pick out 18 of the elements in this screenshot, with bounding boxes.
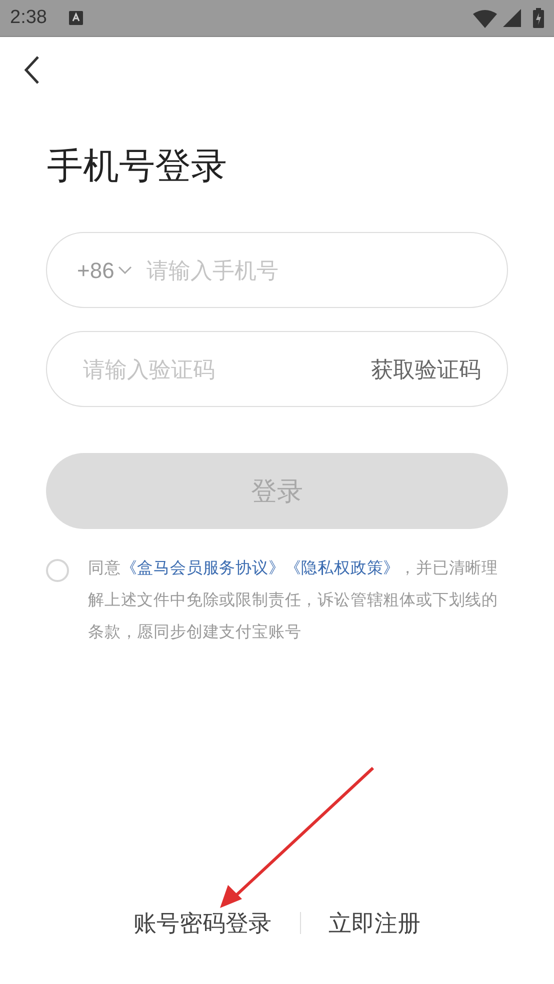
agreement-link[interactable]: 《盒马会员服务协议》 bbox=[120, 560, 285, 577]
signal-icon bbox=[503, 9, 521, 27]
agreement-checkbox[interactable] bbox=[46, 559, 69, 582]
keyboard-notification-icon bbox=[68, 11, 83, 25]
chevron-down-icon bbox=[118, 266, 132, 274]
phone-field[interactable]: +86 请输入手机号 bbox=[46, 232, 508, 308]
footer-link[interactable]: 立即注册 bbox=[328, 906, 420, 940]
page-title: 手机号登录 bbox=[47, 144, 227, 188]
back-icon bbox=[24, 55, 40, 85]
battery-icon bbox=[533, 8, 544, 28]
verification-code-field[interactable]: 请输入验证码 获取验证码 bbox=[46, 331, 508, 407]
get-code-button[interactable]: 获取验证码 bbox=[371, 352, 481, 386]
agreement-link[interactable]: 《隐私权政策》 bbox=[284, 560, 400, 577]
status-time: 2:38 bbox=[10, 6, 47, 30]
wifi-icon bbox=[473, 8, 497, 28]
footer-link[interactable]: 账号密码登录 bbox=[134, 906, 272, 940]
agreement-text: 同意《盒马会员服务协议》《隐私权政策》，并已清晰理解上述文件中免除或限制责任，诉讼管辖粗体或下划线的条款，愿同步创建支付宝账号 bbox=[88, 558, 500, 643]
country-code-dropdown[interactable]: +86 bbox=[77, 254, 132, 286]
